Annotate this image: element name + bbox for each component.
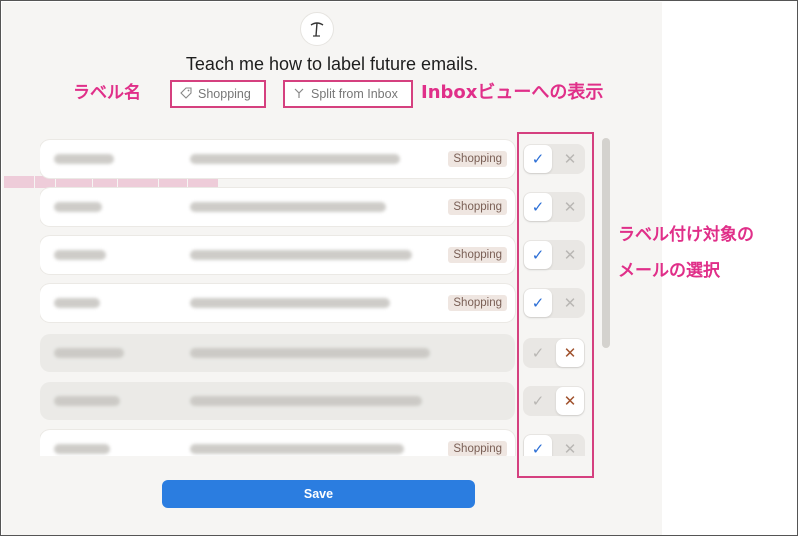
email-sender-redacted bbox=[54, 202, 102, 212]
palm-tree-logo-icon bbox=[300, 12, 334, 46]
page-title: Teach me how to label future emails. bbox=[185, 54, 479, 74]
email-row[interactable]: Shopping bbox=[40, 188, 515, 226]
email-row[interactable]: Shopping bbox=[40, 140, 515, 178]
split-arrow-icon bbox=[293, 87, 305, 102]
label-badge: Shopping bbox=[448, 151, 507, 167]
email-subject-redacted bbox=[190, 250, 412, 260]
label-badge: Shopping bbox=[448, 199, 507, 215]
email-sender-redacted bbox=[54, 298, 100, 308]
email-sender-redacted bbox=[54, 154, 114, 164]
email-sender-redacted bbox=[54, 250, 106, 260]
email-subject-redacted bbox=[190, 348, 430, 358]
scrollbar-thumb[interactable] bbox=[602, 138, 610, 348]
annotation-label-name: ラベル名 bbox=[73, 83, 141, 103]
save-button[interactable]: Save bbox=[162, 480, 475, 508]
email-row[interactable] bbox=[40, 382, 515, 420]
email-sender-redacted bbox=[54, 444, 110, 454]
email-subject-redacted bbox=[190, 154, 400, 164]
email-row[interactable] bbox=[40, 334, 515, 372]
annotation-inbox-view: Inboxビューへの表示 bbox=[421, 82, 604, 103]
selection-highlight-box bbox=[517, 132, 594, 478]
split-from-inbox-text: Split from Inbox bbox=[311, 87, 398, 101]
email-row[interactable]: Shopping bbox=[40, 236, 515, 274]
annotation-target-line1: ラベル付け対象の bbox=[618, 225, 754, 245]
label-badge: Shopping bbox=[448, 441, 507, 456]
email-sender-redacted bbox=[54, 348, 124, 358]
label-name-text: Shopping bbox=[198, 87, 251, 101]
label-badge: Shopping bbox=[448, 295, 507, 311]
tag-icon bbox=[180, 86, 192, 102]
label-name-chip[interactable]: Shopping bbox=[170, 80, 266, 108]
email-row[interactable]: Shopping bbox=[40, 284, 515, 322]
annotation-target-selection: ラベル付け対象の メールの選択 bbox=[618, 217, 754, 289]
list-scrollbar[interactable] bbox=[602, 138, 610, 456]
email-sender-redacted bbox=[54, 396, 120, 406]
email-subject-redacted bbox=[190, 298, 390, 308]
label-badge: Shopping bbox=[448, 247, 507, 263]
email-row[interactable]: Shopping bbox=[40, 430, 515, 456]
email-selection-list[interactable]: Shopping ✓ ✕ Shopping ✓ ✕ Shopping ✓ ✕ Shopping ✓ ✕… bbox=[40, 138, 600, 456]
annotation-target-line2: メールの選択 bbox=[618, 261, 720, 281]
email-subject-redacted bbox=[190, 202, 386, 212]
window-frame: Teach me how to label future emails. Sho… bbox=[0, 0, 798, 536]
split-from-inbox-chip[interactable]: Split from Inbox bbox=[283, 80, 413, 108]
email-subject-redacted bbox=[190, 444, 404, 454]
email-subject-redacted bbox=[190, 396, 422, 406]
